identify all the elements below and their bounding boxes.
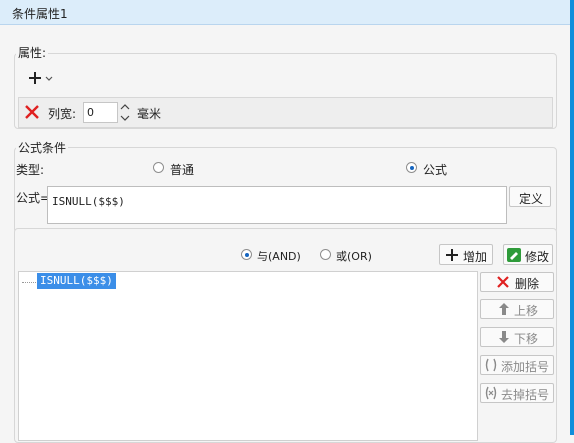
column-width-unit: 毫米 [137,107,162,121]
column-width-value: 0 [87,106,94,119]
column-width-input[interactable]: 0 [83,102,118,123]
red-x-icon [25,105,39,119]
add-condition-button[interactable]: 增加 [439,244,493,265]
logic-and-radio[interactable] [241,249,252,260]
column-width-label: 列宽: [48,107,77,121]
formula-condition-section-label: 公式条件 [16,139,69,156]
red-x-icon [497,276,509,288]
define-button[interactable]: 定义 [509,186,551,207]
plus-icon [446,249,458,261]
condition-item[interactable]: ISNULL($$$) [37,273,116,289]
type-formula-label[interactable]: 公式 [423,161,447,178]
window-title-bar: 条件属性1 [0,0,574,25]
chevron-down-icon [45,76,53,81]
logic-and-label[interactable]: 与(AND) [257,248,301,264]
move-down-button[interactable]: 下移 [480,327,554,347]
arrow-down-icon [499,331,509,343]
type-formula-radio[interactable] [406,162,417,173]
type-normal-radio[interactable] [153,162,164,173]
formula-input[interactable]: ISNULL($$$) [47,186,507,224]
window-right-edge [570,0,574,435]
bracket-icon [485,358,497,372]
formula-label: 公式= [16,191,51,205]
column-width-stepper[interactable] [119,102,131,123]
delete-condition-button[interactable]: 删除 [480,272,554,292]
add-bracket-button[interactable]: 添加括号 [480,355,554,375]
arrow-up-icon [499,303,509,315]
add-property-button[interactable] [26,68,56,88]
tree-connector [22,282,36,283]
properties-section-label: 属性: [16,44,49,61]
logic-or-radio[interactable] [320,249,331,260]
chevron-down-icon[interactable] [119,113,131,123]
remove-bracket-button[interactable]: 去掉括号 [480,383,554,403]
logic-or-label[interactable]: 或(OR) [336,248,372,264]
window-title: 条件属性1 [12,7,68,21]
condition-tree[interactable]: ISNULL($$$) [18,271,478,441]
edit-icon [507,248,521,262]
delete-property-button[interactable] [24,104,40,120]
remove-bracket-icon [485,386,497,400]
modify-condition-button[interactable]: 修改 [503,244,553,265]
chevron-up-icon[interactable] [119,102,131,112]
formula-value: ISNULL($$$) [52,195,125,208]
type-label: 类型: [16,163,45,177]
type-normal-label[interactable]: 普通 [170,161,194,178]
move-up-button[interactable]: 上移 [480,299,554,319]
